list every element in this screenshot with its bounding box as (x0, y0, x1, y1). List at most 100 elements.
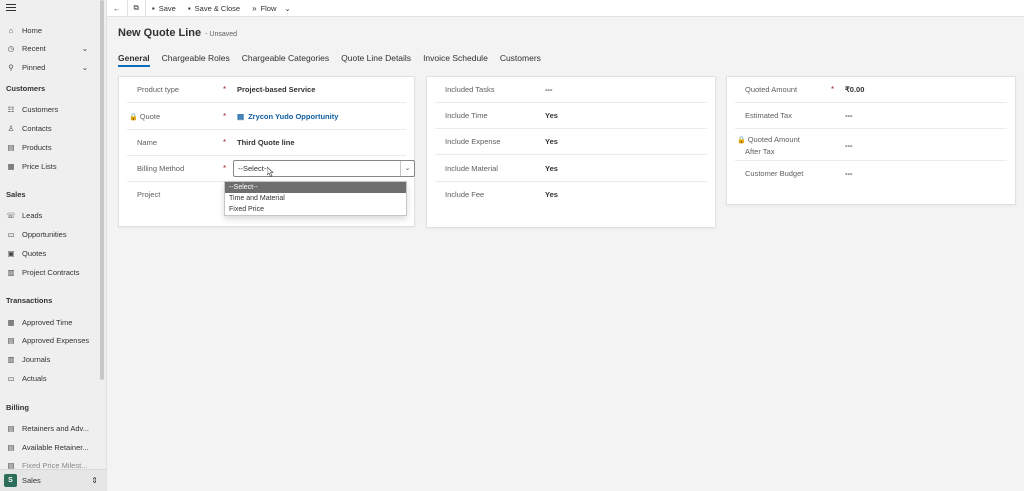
field-value[interactable]: --- (845, 141, 853, 150)
sidebar-item-approved-time[interactable]: ▦ Approved Time (0, 313, 100, 331)
tab-chargeable-categories[interactable]: Chargeable Categories (242, 53, 329, 67)
sidebar-item-opportunities[interactable]: ▭ Opportunities (0, 225, 100, 243)
nav-home[interactable]: ⌂ Home (0, 21, 100, 39)
sidebar-item-leads[interactable]: ☏ Leads (0, 206, 100, 224)
save-close-icon: ▪ (187, 3, 191, 13)
field-name: Name * Third Quote line (127, 130, 406, 156)
sidebar-item-label: Contacts (22, 123, 52, 133)
sidebar-item-actuals[interactable]: ▭ Actuals (0, 369, 100, 387)
nav-recent[interactable]: ◷ Recent ⌄ (0, 39, 100, 57)
chevron-down-icon: ⌄ (284, 3, 291, 13)
sitemap-sidebar: ⌂ Home ◷ Recent ⌄ ⚲ Pinned ⌄ Customers ☷… (0, 0, 107, 491)
save-label: Save (158, 3, 176, 13)
sidebar-item-customers[interactable]: ☷ Customers (0, 100, 100, 118)
sidebar-item-available-retainer[interactable]: ▤ Available Retainer... (0, 438, 100, 456)
area-badge: S (4, 474, 17, 487)
section-customers: Customers (6, 84, 46, 93)
open-new-window-button[interactable]: ⧉ (128, 0, 145, 17)
flow-button[interactable]: » Flow ⌄ (246, 0, 297, 17)
field-label: Billing Method (137, 164, 185, 173)
field-value[interactable]: --- (845, 111, 853, 120)
sidebar-item-retainers[interactable]: ▤ Retainers and Adv... (0, 419, 100, 437)
quote-lookup-link[interactable]: ▤ Zrycon Yudo Opportunity (237, 112, 338, 121)
billing-method-select[interactable]: --Select-- ⌄ (233, 160, 415, 177)
tab-quote-line-details[interactable]: Quote Line Details (341, 53, 411, 67)
dropdown-option-fixed-price[interactable]: Fixed Price (225, 204, 406, 215)
quoted-amount-value[interactable]: ₹0.00 (845, 85, 864, 94)
page-title: New Quote Line - Unsaved (118, 27, 237, 39)
field-included-tasks: Included Tasks --- (435, 77, 707, 103)
field-label: Name (137, 138, 158, 147)
sidebar-item-quotes[interactable]: ▣ Quotes (0, 244, 100, 262)
clock-icon: ◷ (7, 43, 15, 53)
label-line2: After Tax (745, 147, 775, 156)
sidebar-scrollbar[interactable] (100, 0, 104, 380)
dropdown-option-time-and-material[interactable]: Time and Material (225, 193, 406, 204)
field-include-material: Include Material Yes (435, 156, 707, 182)
field-value[interactable]: --- (545, 85, 553, 94)
field-value[interactable]: Yes (545, 137, 558, 146)
area-label: Sales (22, 476, 41, 485)
required-marker: * (223, 138, 227, 147)
sidebar-item-approved-expenses[interactable]: ▤ Approved Expenses (0, 331, 100, 349)
save-button[interactable]: ▪ Save (146, 0, 182, 17)
field-value[interactable]: Yes (545, 164, 558, 173)
tab-general[interactable]: General (118, 53, 150, 67)
sidebar-item-price-lists[interactable]: ▦ Price Lists (0, 157, 100, 175)
record-icon: ▤ (237, 112, 245, 121)
lock-icon: 🔒 (737, 137, 746, 144)
billing-method-dropdown: --Select-- Time and Material Fixed Price (224, 181, 407, 216)
nav-pinned-label: Pinned (22, 62, 46, 72)
sidebar-item-label: Approved Time (22, 317, 73, 327)
record-title: New Quote Line (118, 27, 202, 39)
quote-lookup-value: Zrycon Yudo Opportunity (248, 112, 339, 121)
field-label: Include Time (445, 111, 488, 120)
field-quote: 🔒 Quote * ▤ Zrycon Yudo Opportunity (127, 104, 406, 130)
sidebar-item-label: Customers (22, 104, 59, 114)
area-switcher[interactable]: S Sales ⇕ (0, 469, 106, 491)
field-customer-budget: Customer Budget --- (735, 161, 1007, 187)
sidebar-item-label: Actuals (22, 373, 47, 383)
amount-section-card: Quoted Amount * ₹0.00 Estimated Tax --- … (726, 76, 1016, 205)
field-label: Include Material (445, 164, 498, 173)
hamburger-menu-icon[interactable] (6, 4, 16, 12)
mouse-cursor-icon (267, 167, 274, 177)
back-button[interactable]: ← (107, 0, 127, 17)
retainer-icon: ▤ (7, 442, 15, 452)
lock-icon: 🔒 (129, 114, 138, 121)
sidebar-item-journals[interactable]: ▥ Journals (0, 350, 100, 368)
tab-chargeable-roles[interactable]: Chargeable Roles (162, 53, 230, 67)
section-sales: Sales (6, 190, 26, 199)
field-label: Customer Budget (745, 169, 804, 178)
billing-method-selected: --Select-- (238, 164, 269, 173)
main-form: New Quote Line - Unsaved General Chargeab… (107, 17, 1024, 491)
field-value[interactable]: Yes (545, 111, 558, 120)
flow-label: Flow (260, 3, 277, 13)
nav-pinned[interactable]: ⚲ Pinned ⌄ (0, 58, 100, 76)
dropdown-option-select[interactable]: --Select-- (225, 182, 406, 193)
product-type-value[interactable]: Project-based Service (237, 85, 315, 94)
field-quoted-amount-after-tax: 🔒 Quoted Amount After Tax --- (735, 129, 1007, 161)
field-include-time: Include Time Yes (435, 103, 707, 129)
sidebar-item-label: Leads (22, 210, 43, 220)
nav-home-label: Home (22, 25, 43, 35)
sidebar-item-contacts[interactable]: ♙ Contacts (0, 119, 100, 137)
tab-customers[interactable]: Customers (500, 53, 541, 67)
save-close-button[interactable]: ▪ Save & Close (182, 0, 246, 17)
sidebar-item-products[interactable]: ▤ Products (0, 138, 100, 156)
phone-icon: ☏ (6, 210, 16, 220)
tab-invoice-schedule[interactable]: Invoice Schedule (423, 53, 488, 67)
retainer-icon: ▤ (7, 423, 15, 433)
field-value[interactable]: Yes (545, 190, 558, 199)
document-icon: ▭ (7, 229, 15, 239)
field-label: Included Tasks (445, 85, 495, 94)
field-label: Include Fee (445, 190, 485, 199)
sidebar-item-label: Project Contracts (22, 267, 80, 277)
quote-icon: ▣ (7, 248, 15, 258)
field-quoted-amount: Quoted Amount * ₹0.00 (735, 77, 1007, 103)
name-value[interactable]: Third Quote line (237, 138, 295, 147)
required-marker: * (223, 164, 227, 173)
sidebar-item-project-contracts[interactable]: ▥ Project Contracts (0, 263, 100, 281)
field-value[interactable]: --- (845, 169, 853, 178)
updown-chevron-icon: ⇕ (91, 476, 98, 485)
